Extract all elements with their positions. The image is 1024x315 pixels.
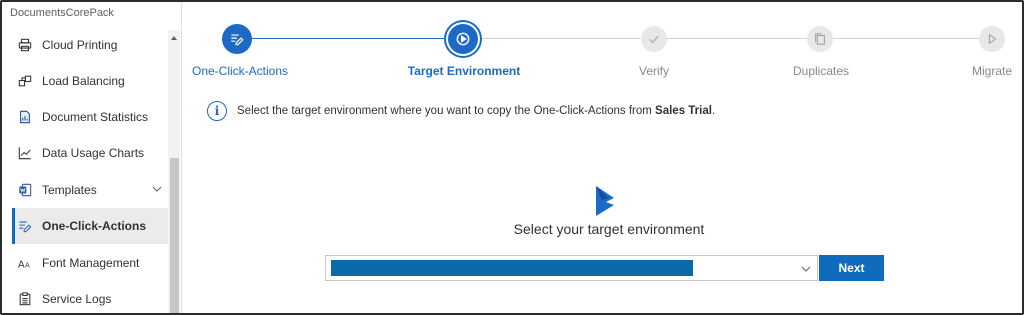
play-icon: [456, 32, 470, 46]
sidebar-item-load-balancing[interactable]: Load Balancing: [12, 63, 168, 99]
next-button[interactable]: Next: [819, 255, 884, 281]
sidebar-item-label: Templates: [42, 183, 97, 197]
step-connector: [478, 38, 640, 39]
step-label-verify: Verify: [638, 64, 670, 78]
info-text-body: Select the target environment where you …: [237, 105, 656, 117]
target-environment-select[interactable]: [325, 255, 818, 281]
step-connector: [667, 38, 807, 39]
step-one-click-actions[interactable]: [222, 24, 252, 54]
step-connector: [252, 38, 448, 39]
app-title: DocumentsCorePack: [10, 7, 114, 19]
sidebar-item-label: Document Statistics: [42, 110, 149, 124]
info-icon: i: [207, 101, 227, 121]
sidebar-item-label: Font Management: [42, 256, 140, 270]
document-stats-icon: [18, 110, 32, 124]
sidebar-item-font-management[interactable]: AA Font Management: [12, 245, 168, 281]
copy-icon: [815, 33, 825, 45]
sidebar-item-data-usage-charts[interactable]: Data Usage Charts: [12, 135, 168, 171]
info-text-suffix: .: [711, 105, 716, 117]
sidebar: DocumentsCorePack Cloud Printing Load Ba…: [2, 2, 182, 313]
sidebar-item-service-logs[interactable]: Service Logs: [12, 281, 168, 313]
clipboard-icon: [18, 292, 32, 306]
step-connector: [833, 38, 979, 39]
play-outline-icon: [988, 33, 997, 45]
step-label-migrate: Migrate: [971, 64, 1013, 78]
printer-icon: [18, 38, 32, 52]
sidebar-item-label: Cloud Printing: [42, 38, 118, 52]
select-environment-prompt: Select your target environment: [513, 221, 705, 237]
checkmark-icon: [649, 35, 659, 44]
chevron-down-icon[interactable]: [152, 184, 162, 194]
step-label-one-click-actions: One-Click-Actions: [191, 64, 289, 78]
step-label-duplicates: Duplicates: [792, 64, 850, 78]
font-icon: AA: [18, 256, 32, 270]
source-environment-name: Sales Trial: [655, 105, 712, 117]
sidebar-item-cloud-printing[interactable]: Cloud Printing: [12, 27, 168, 63]
sidebar-item-label: Service Logs: [42, 292, 112, 306]
step-verify: [641, 26, 667, 52]
chevron-down-icon[interactable]: [801, 264, 811, 274]
scroll-up-icon[interactable]: [170, 34, 178, 42]
sidebar-item-one-click-actions[interactable]: One-Click-Actions: [12, 208, 168, 244]
wizard-stepper: One-Click-Actions Target Environment Ver…: [182, 2, 1022, 92]
sidebar-item-document-statistics[interactable]: Document Statistics: [12, 99, 168, 135]
step-migrate: [979, 26, 1005, 52]
step-label-target-environment: Target Environment: [407, 64, 521, 78]
info-message: i Select the target environment where yo…: [207, 101, 715, 121]
one-click-actions-icon: [18, 219, 32, 233]
sidebar-item-label: Data Usage Charts: [42, 146, 145, 160]
dynamics-logo-icon: [596, 186, 614, 216]
step-target-environment[interactable]: [448, 24, 478, 54]
sidebar-item-label: One-Click-Actions: [42, 219, 147, 233]
svg-text:A: A: [18, 259, 25, 270]
load-balancing-icon: [18, 74, 32, 88]
svg-text:A: A: [25, 261, 30, 269]
app-frame: DocumentsCorePack Cloud Printing Load Ba…: [0, 0, 1024, 315]
step-duplicates: [807, 26, 833, 52]
info-text: Select the target environment where you …: [237, 105, 715, 117]
word-template-icon: [18, 183, 32, 197]
one-click-actions-icon: [231, 34, 244, 46]
scrollbar-thumb[interactable]: [170, 158, 179, 313]
sidebar-item-label: Load Balancing: [42, 74, 125, 88]
line-chart-icon: [18, 146, 32, 160]
selected-environment-redacted: [331, 260, 693, 276]
sidebar-item-templates[interactable]: Templates: [12, 172, 168, 208]
